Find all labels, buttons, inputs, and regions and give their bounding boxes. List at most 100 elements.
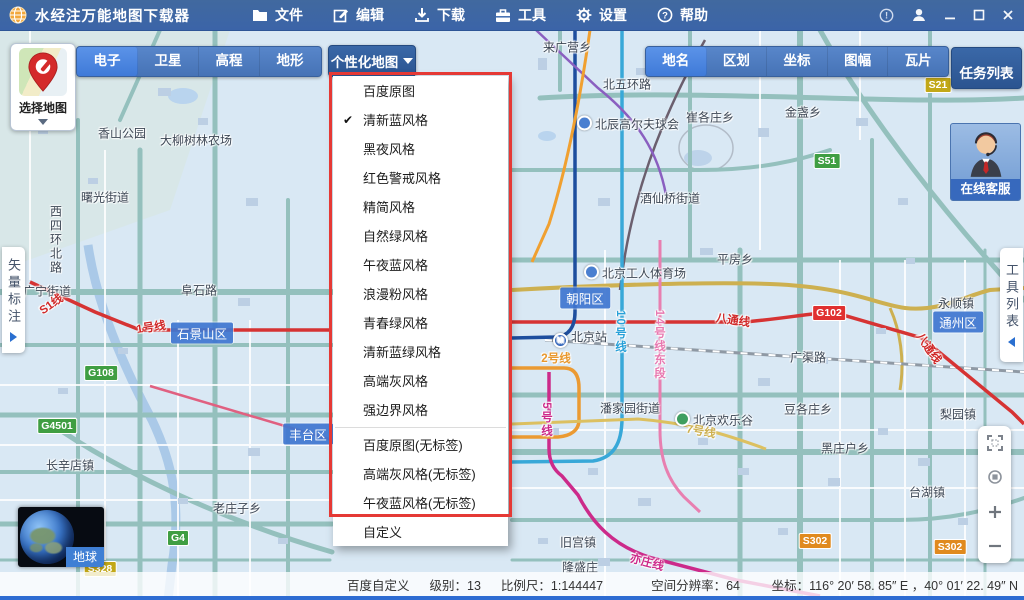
service-avatar xyxy=(963,126,1009,178)
tool-list-tab[interactable]: 工具列表 xyxy=(1000,248,1023,362)
style-option-3[interactable]: 黑夜风格 xyxy=(333,134,508,163)
titlebar-right: ! xyxy=(879,7,1014,23)
menu-download[interactable]: 下载 xyxy=(414,5,465,25)
minimize-icon xyxy=(944,9,956,21)
zoom-in-button[interactable] xyxy=(982,499,1008,525)
style-option-label: 黑夜风格 xyxy=(363,139,415,158)
statusbar: 百度自定义 级别：13 比例尺：1:144447 空间分辨率：64 坐标：116… xyxy=(0,572,1024,596)
maximize-icon xyxy=(973,9,985,21)
style-option-label: 自定义 xyxy=(363,522,402,541)
vector-annotation-label: 矢量标注 xyxy=(4,258,23,326)
style-option-label: 红色警戒风格 xyxy=(363,168,441,187)
style-option-4[interactable]: 红色警戒风格 xyxy=(333,163,508,192)
check-icon: ✔ xyxy=(333,113,363,127)
overlay-place-names[interactable]: 地名 xyxy=(646,47,707,76)
style-dropdown-menu: 百度原图✔清新蓝风格黑夜风格红色警戒风格精简风格自然绿风格午夜蓝风格浪漫粉风格青… xyxy=(333,76,508,546)
style-option-label: 百度原图 xyxy=(363,81,415,100)
menu-edit[interactable]: 编辑 xyxy=(333,5,384,25)
edit-icon xyxy=(333,7,349,23)
map-controls-panel xyxy=(978,426,1011,563)
style-option-label: 精简风格 xyxy=(363,197,415,216)
menu-tools[interactable]: 工具 xyxy=(495,5,546,25)
style-option-5[interactable]: 精简风格 xyxy=(333,192,508,221)
map-type-electronic[interactable]: 电子 xyxy=(77,47,138,76)
style-option-8[interactable]: 浪漫粉风格 xyxy=(333,279,508,308)
personalized-map-label: 个性化地图 xyxy=(331,51,399,71)
map-type-elevation[interactable]: 高程 xyxy=(199,47,260,76)
style-option-label: 午夜蓝风格(无标签) xyxy=(363,493,476,512)
style-option-13[interactable]: 百度原图(无标签) xyxy=(333,430,508,459)
user-button[interactable] xyxy=(911,7,927,23)
help-icon: ? xyxy=(657,7,673,23)
style-option-1[interactable]: 百度原图 xyxy=(333,76,508,105)
menu-settings[interactable]: 设置 xyxy=(576,5,627,25)
status-scale: 比例尺：1:144447 xyxy=(501,575,603,594)
menu-settings-label: 设置 xyxy=(599,5,627,25)
app-title: 水经注万能地图下载器 xyxy=(35,5,190,26)
locate-button[interactable] xyxy=(982,464,1008,490)
app-logo-icon xyxy=(9,6,27,24)
overlay-map-sheets[interactable]: 图幅 xyxy=(828,47,889,76)
style-option-10[interactable]: 清新蓝绿风格 xyxy=(333,337,508,366)
style-menu-list: 百度原图✔清新蓝风格黑夜风格红色警戒风格精简风格自然绿风格午夜蓝风格浪漫粉风格青… xyxy=(333,76,508,517)
style-option-label: 浪漫粉风格 xyxy=(363,284,428,303)
overlay-tiles[interactable]: 瓦片 xyxy=(888,47,948,76)
task-list-button[interactable]: 任务列表 xyxy=(951,47,1022,89)
menu-help-label: 帮助 xyxy=(680,5,708,25)
style-option-label: 自然绿风格 xyxy=(363,226,428,245)
style-option-label: 青春绿风格 xyxy=(363,313,428,332)
expand-right-icon xyxy=(10,332,17,342)
style-option-15[interactable]: 午夜蓝风格(无标签) xyxy=(333,488,508,517)
menu-download-label: 下载 xyxy=(437,5,465,25)
zoom-out-button[interactable] xyxy=(982,533,1008,559)
minimize-button[interactable] xyxy=(944,9,956,21)
style-option-label: 高端灰风格(无标签) xyxy=(363,464,476,483)
vector-annotation-tab[interactable]: 矢量标注 xyxy=(2,247,25,353)
style-option-14[interactable]: 高端灰风格(无标签) xyxy=(333,459,508,488)
customer-service-label: 在线客服 xyxy=(951,179,1020,200)
customer-service-button[interactable]: 在线客服 xyxy=(950,123,1021,201)
menu-file[interactable]: 文件 xyxy=(252,5,303,25)
alert-button[interactable]: ! xyxy=(879,8,894,23)
status-zoom-level: 级别：13 xyxy=(430,575,481,594)
menu-help[interactable]: ? 帮助 xyxy=(657,5,708,25)
gear-icon xyxy=(576,7,592,23)
globe-view-button[interactable]: 地球 xyxy=(18,507,104,567)
close-button[interactable] xyxy=(1002,9,1014,21)
menu-edit-label: 编辑 xyxy=(356,5,384,25)
style-option-7[interactable]: 午夜蓝风格 xyxy=(333,250,508,279)
select-map-button[interactable]: 选择地图 xyxy=(10,43,76,131)
style-option-9[interactable]: 青春绿风格 xyxy=(333,308,508,337)
full-extent-icon xyxy=(986,434,1004,452)
chevron-down-icon xyxy=(403,58,413,64)
full-extent-button[interactable] xyxy=(982,430,1008,456)
map-canvas[interactable] xyxy=(0,0,1024,600)
tool-list-label: 工具列表 xyxy=(1002,263,1021,331)
status-resolution: 空间分辨率：64 xyxy=(651,575,740,594)
style-option-label: 清新蓝风格 xyxy=(363,110,428,129)
menu-tools-label: 工具 xyxy=(518,5,546,25)
style-option-custom[interactable]: 自定义 xyxy=(333,517,508,546)
style-option-6[interactable]: 自然绿风格 xyxy=(333,221,508,250)
select-map-label: 选择地图 xyxy=(19,99,67,116)
style-option-2[interactable]: ✔清新蓝风格 xyxy=(333,105,508,134)
alert-icon: ! xyxy=(879,8,894,23)
style-option-12[interactable]: 强边界风格 xyxy=(333,395,508,424)
style-option-label: 午夜蓝风格 xyxy=(363,255,428,274)
map-type-bar: 电子卫星高程地形 xyxy=(76,46,322,77)
menu-file-label: 文件 xyxy=(275,5,303,25)
status-map-source: 百度自定义 xyxy=(347,575,410,594)
style-option-11[interactable]: 高端灰风格 xyxy=(333,366,508,395)
overlay-coordinates[interactable]: 坐标 xyxy=(767,47,828,76)
personalized-map-button[interactable]: 个性化地图 xyxy=(328,45,416,77)
style-option-label: 高端灰风格 xyxy=(363,371,428,390)
zoom-out-icon xyxy=(986,537,1004,555)
overlay-districts[interactable]: 区划 xyxy=(707,47,768,76)
toolbox-icon xyxy=(495,8,511,23)
style-option-label: 强边界风格 xyxy=(363,400,428,419)
overlay-bar: 地名区划坐标图幅瓦片 xyxy=(645,46,949,77)
map-type-satellite[interactable]: 卫星 xyxy=(138,47,199,76)
map-type-terrain[interactable]: 地形 xyxy=(260,47,320,76)
maximize-button[interactable] xyxy=(973,9,985,21)
globe-label: 地球 xyxy=(66,547,104,567)
